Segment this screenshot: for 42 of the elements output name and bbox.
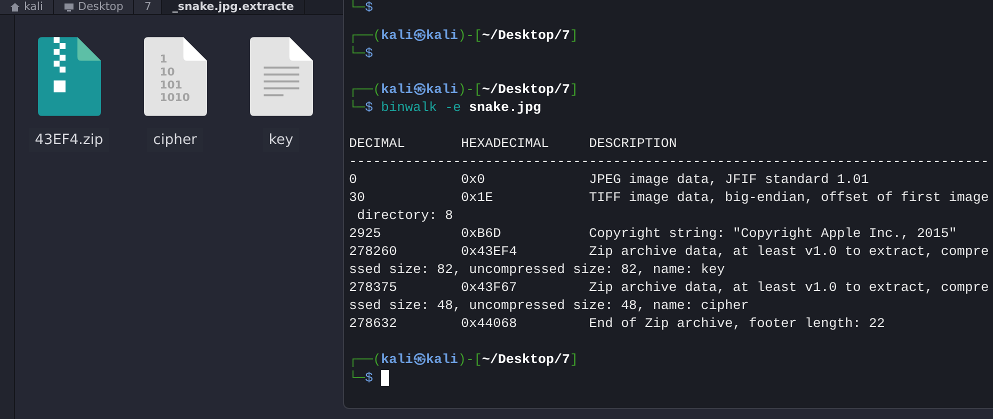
- desktop-icon: [64, 2, 74, 12]
- prompt-bracket: ]: [570, 83, 578, 98]
- text-file-icon[interactable]: [250, 37, 312, 116]
- output-row-text: 278260 0x43EF4 Zip archive data, at least v1.0 to extract, compressed size: 82, uncompressed size: 82, name: key: [349, 244, 990, 280]
- prompt-bracket: ]: [570, 29, 578, 44]
- output-row-text: 2925 0xB6D Copyright string: "Copyright Apple Inc., 2015": [349, 226, 958, 244]
- prompt-bracket: )-[: [458, 29, 482, 44]
- prompt-path: ~/Desktop/7: [482, 353, 570, 368]
- breadcrumb-item[interactable]: kali: [0, 0, 54, 14]
- prompt-bracket: ┌──(: [349, 353, 381, 368]
- text-cursor: [381, 370, 389, 386]
- prompt-symbol: $: [365, 372, 373, 387]
- zip-file-icon[interactable]: [38, 37, 100, 116]
- prompt-corner: └─: [349, 101, 365, 116]
- command-token: binwalk: [381, 101, 437, 116]
- output-rule: --------------------------------------------------------------------------------: [349, 154, 990, 172]
- prompt-bracket: )-[: [458, 83, 482, 98]
- prompt-bracket: ┌──(: [349, 83, 381, 98]
- breadcrumb-item[interactable]: Desktop: [54, 0, 134, 14]
- prompt-corner: └─: [349, 1, 365, 16]
- output-row-text: 278632 0x44068 End of Zip archive, footer length: 22: [349, 316, 886, 334]
- prompt-path: ~/Desktop/7: [482, 83, 570, 98]
- prompt-bracket: ┌──(: [349, 29, 381, 44]
- prompt-symbol: $: [365, 101, 373, 116]
- prompt-user: kali㉿kali: [381, 353, 458, 368]
- prompt-bracket: )-[: [458, 353, 482, 368]
- command-token: -e: [445, 101, 461, 116]
- prompt-user: kali㉿kali: [381, 29, 458, 44]
- prompt-symbol: $: [365, 1, 373, 16]
- home-icon: [10, 2, 20, 12]
- output-header: DECIMAL HEXADECIMAL DESCRIPTION: [349, 136, 678, 154]
- prompt-bracket: ]: [570, 353, 578, 368]
- output-row-text: 278375 0x43F67 Zip archive data, at least v1.0 to extract, compressed size: 48, uncompressed size: 48, name: cipher: [349, 280, 990, 316]
- command-token: snake.jpg: [469, 101, 541, 116]
- output-row-text: 0 0x0 JPEG image data, JFIF standard 1.01: [349, 172, 870, 190]
- prompt-corner: └─: [349, 47, 365, 62]
- breadcrumb-item[interactable]: 7: [134, 0, 162, 14]
- output-row-text: 30 0x1E TIFF image data, big-endian, offset of first image directory: 8: [349, 190, 990, 226]
- prompt-user: kali㉿kali: [381, 83, 458, 98]
- prompt-path: ~/Desktop/7: [482, 29, 570, 44]
- prompt-symbol: $: [365, 47, 373, 62]
- prompt-corner: └─: [349, 372, 365, 387]
